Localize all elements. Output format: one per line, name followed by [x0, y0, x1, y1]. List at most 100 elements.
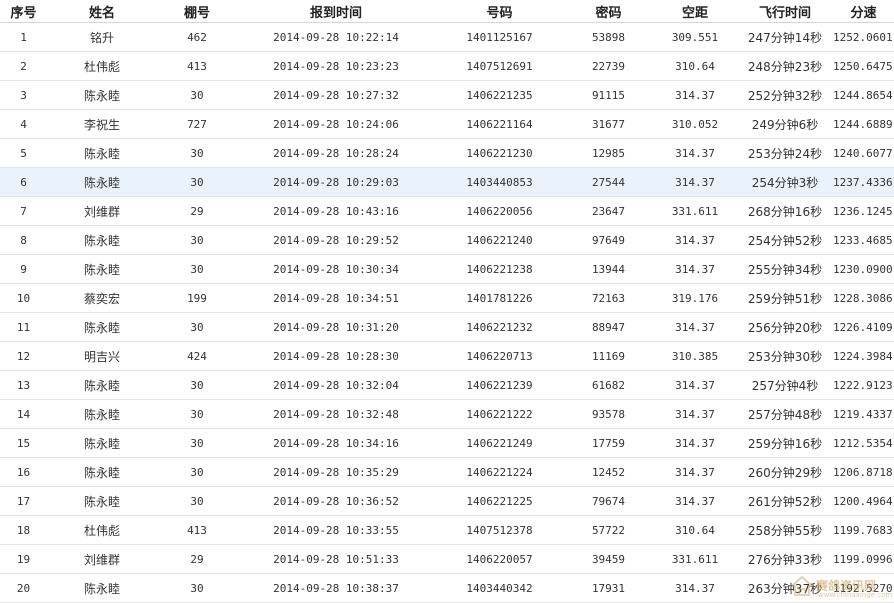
cell-flight-time: 253分钟30秒: [737, 341, 833, 371]
cell-flight-time: 249分钟6秒: [737, 109, 833, 139]
cell-speed: 1244.6889: [833, 109, 894, 139]
cell-speed: 1250.6475: [833, 51, 894, 81]
cell-rank: 7: [0, 196, 47, 226]
cell-arrival: 2014-09-28 10:29:52: [237, 225, 435, 255]
cell-distance: 314.37: [653, 80, 737, 110]
cell-rank: 16: [0, 457, 47, 487]
cell-distance: 314.37: [653, 370, 737, 400]
cell-rank: 20: [0, 573, 47, 603]
cell-speed: 1233.4685: [833, 225, 894, 255]
cell-flight-time: 256分钟20秒: [737, 312, 833, 342]
table-row: 12 明吉兴 424 2014-09-28 10:28:30 1406220713 111…: [0, 341, 894, 371]
cell-rank: 14: [0, 399, 47, 429]
cell-speed: 1200.4964: [833, 486, 894, 516]
cell-code: 72163: [564, 283, 653, 313]
cell-arrival: 2014-09-28 10:29:03: [237, 167, 435, 197]
cell-ring: 1406221238: [435, 254, 564, 284]
cell-code: 57722: [564, 515, 653, 545]
cell-ring: 1403440342: [435, 573, 564, 603]
col-header-arrival: 报到时间: [237, 0, 435, 23]
table-row: 11 陈永睦 30 2014-09-28 10:31:20 1406221232 8894…: [0, 312, 894, 342]
table-row: 4 李祝生 727 2014-09-28 10:24:06 1406221164 3167…: [0, 109, 894, 139]
cell-name: 李祝生: [47, 109, 157, 139]
table-row: 9 陈永睦 30 2014-09-28 10:30:34 1406221238 13944…: [0, 254, 894, 284]
cell-speed: 1199.0996: [833, 544, 894, 574]
cell-code: 12985: [564, 138, 653, 168]
col-header-name: 姓名: [47, 0, 157, 23]
cell-name: 陈永睦: [47, 486, 157, 516]
cell-loft: 29: [157, 544, 237, 574]
cell-distance: 310.052: [653, 109, 737, 139]
cell-rank: 19: [0, 544, 47, 574]
cell-rank: 10: [0, 283, 47, 313]
table-row: 16 陈永睦 30 2014-09-28 10:35:29 1406221224 1245…: [0, 457, 894, 487]
cell-name: 陈永睦: [47, 312, 157, 342]
cell-ring: 1406220056: [435, 196, 564, 226]
cell-ring: 1401781226: [435, 283, 564, 313]
cell-ring: 1406221235: [435, 80, 564, 110]
cell-loft: 199: [157, 283, 237, 313]
cell-code: 39459: [564, 544, 653, 574]
cell-ring: 1406220713: [435, 341, 564, 371]
cell-speed: 1237.4336: [833, 167, 894, 197]
cell-distance: 314.37: [653, 428, 737, 458]
cell-speed: 1228.3086: [833, 283, 894, 313]
cell-code: 31677: [564, 109, 653, 139]
cell-rank: 18: [0, 515, 47, 545]
cell-distance: 310.64: [653, 51, 737, 81]
table-row: 5 陈永睦 30 2014-09-28 10:28:24 1406221230 12985…: [0, 138, 894, 168]
cell-flight-time: 257分钟48秒: [737, 399, 833, 429]
cell-code: 91115: [564, 80, 653, 110]
table-row: 1 铭升 462 2014-09-28 10:22:14 1401125167 53898…: [0, 22, 894, 52]
cell-loft: 30: [157, 573, 237, 603]
cell-flight-time: 248分钟23秒: [737, 51, 833, 81]
col-header-ring: 号码: [435, 0, 564, 23]
cell-flight-time: 255分钟34秒: [737, 254, 833, 284]
cell-rank: 13: [0, 370, 47, 400]
col-header-flight-time: 飞行时间: [737, 0, 833, 23]
table-row: 19 刘维群 29 2014-09-28 10:51:33 1406220057 3945…: [0, 544, 894, 574]
cell-rank: 6: [0, 167, 47, 197]
cell-distance: 314.37: [653, 573, 737, 603]
cell-flight-time: 261分钟52秒: [737, 486, 833, 516]
col-header-code: 密码: [564, 0, 653, 23]
cell-name: 蔡奕宏: [47, 283, 157, 313]
cell-rank: 12: [0, 341, 47, 371]
cell-loft: 30: [157, 457, 237, 487]
table-row: 20 陈永睦 30 2014-09-28 10:38:37 1403440342 1793…: [0, 573, 894, 603]
cell-loft: 30: [157, 167, 237, 197]
cell-code: 17759: [564, 428, 653, 458]
cell-name: 铭升: [47, 22, 157, 52]
cell-flight-time: 254分钟3秒: [737, 167, 833, 197]
cell-loft: 424: [157, 341, 237, 371]
cell-name: 陈永睦: [47, 457, 157, 487]
cell-distance: 314.37: [653, 399, 737, 429]
col-header-distance: 空距: [653, 0, 737, 23]
cell-arrival: 2014-09-28 10:28:30: [237, 341, 435, 371]
cell-speed: 1244.8654: [833, 80, 894, 110]
cell-rank: 17: [0, 486, 47, 516]
cell-ring: 1406221230: [435, 138, 564, 168]
cell-loft: 413: [157, 515, 237, 545]
cell-ring: 1406221240: [435, 225, 564, 255]
cell-rank: 9: [0, 254, 47, 284]
cell-name: 陈永睦: [47, 399, 157, 429]
cell-flight-time: 247分钟14秒: [737, 22, 833, 52]
cell-arrival: 2014-09-28 10:34:16: [237, 428, 435, 458]
col-header-loft: 棚号: [157, 0, 237, 23]
cell-speed: 1240.6077: [833, 138, 894, 168]
cell-speed: 1230.0900: [833, 254, 894, 284]
cell-ring: 1406221232: [435, 312, 564, 342]
cell-loft: 30: [157, 225, 237, 255]
cell-arrival: 2014-09-28 10:51:33: [237, 544, 435, 574]
cell-arrival: 2014-09-28 10:31:20: [237, 312, 435, 342]
table-body: 1 铭升 462 2014-09-28 10:22:14 1401125167 53898…: [0, 22, 894, 603]
col-header-rank: 序号: [0, 0, 47, 23]
cell-rank: 5: [0, 138, 47, 168]
cell-loft: 30: [157, 370, 237, 400]
cell-speed: 1206.8718: [833, 457, 894, 487]
cell-flight-time: 252分钟32秒: [737, 80, 833, 110]
cell-speed: 1252.0601: [833, 22, 894, 52]
cell-distance: 314.37: [653, 138, 737, 168]
cell-rank: 8: [0, 225, 47, 255]
